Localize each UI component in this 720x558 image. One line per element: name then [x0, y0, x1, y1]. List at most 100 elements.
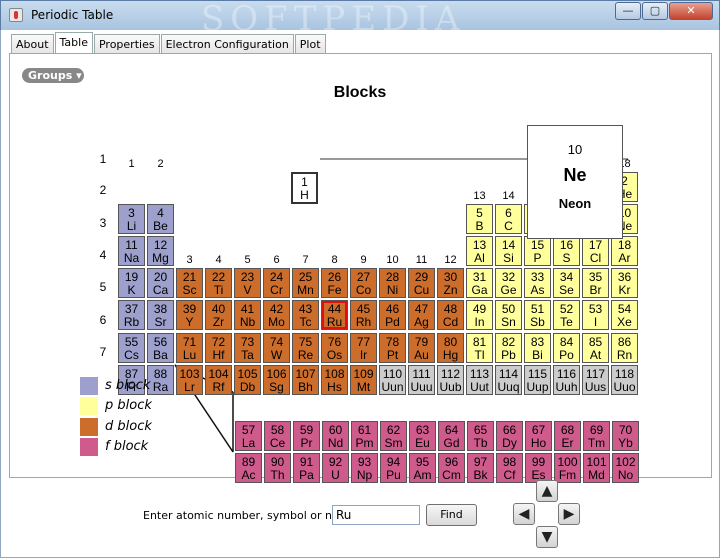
element-cell-db[interactable]: 105 Db: [234, 365, 261, 395]
element-cell-ce[interactable]: 58 Ce: [264, 421, 291, 451]
element-cell-np[interactable]: 93 Np: [351, 453, 378, 483]
element-cell-os[interactable]: 76 Os: [321, 333, 348, 363]
element-cell-pd[interactable]: 46 Pd: [379, 300, 406, 330]
element-cell-kr[interactable]: 36 Kr: [611, 268, 638, 298]
element-cell-ir[interactable]: 77 Ir: [350, 333, 377, 363]
element-cell-tb[interactable]: 65 Tb: [467, 421, 494, 451]
element-cell-sm[interactable]: 62 Sm: [380, 421, 407, 451]
element-cell-md[interactable]: 101 Md: [583, 453, 610, 483]
element-cell-uut[interactable]: 113 Uut: [466, 365, 493, 395]
element-cell-sn[interactable]: 50 Sn: [495, 300, 522, 330]
element-cell-ni[interactable]: 28 Ni: [379, 268, 406, 298]
element-cell-ac[interactable]: 89 Ac: [235, 453, 262, 483]
element-cell-hg[interactable]: 80 Hg: [437, 333, 464, 363]
element-cell-s[interactable]: 16 S: [553, 236, 580, 266]
element-cell-mt[interactable]: 109 Mt: [350, 365, 377, 395]
element-cell-la[interactable]: 57 La: [235, 421, 262, 451]
element-cell-mg[interactable]: 12 Mg: [147, 236, 174, 266]
close-button[interactable]: ✕: [669, 2, 713, 20]
element-cell-ra[interactable]: 88 Ra: [147, 365, 174, 395]
nav-down-button[interactable]: ▼: [536, 526, 558, 548]
element-cell-uus[interactable]: 117 Uus: [582, 365, 609, 395]
element-cell-rh[interactable]: 45 Rh: [350, 300, 377, 330]
element-cell-es[interactable]: 99 Es: [525, 453, 552, 483]
element-cell-pr[interactable]: 59 Pr: [293, 421, 320, 451]
element-cell-no[interactable]: 102 No: [612, 453, 639, 483]
element-cell-co[interactable]: 27 Co: [350, 268, 377, 298]
element-cell-al[interactable]: 13 Al: [466, 236, 493, 266]
element-cell-uup[interactable]: 115 Uup: [524, 365, 551, 395]
element-cell-fe[interactable]: 26 Fe: [321, 268, 348, 298]
element-cell-li[interactable]: 3 Li: [118, 204, 145, 234]
element-cell-uuu[interactable]: 111 Uuu: [408, 365, 435, 395]
element-cell-am[interactable]: 95 Am: [409, 453, 436, 483]
element-cell-bk[interactable]: 97 Bk: [467, 453, 494, 483]
element-cell-hf[interactable]: 72 Hf: [205, 333, 232, 363]
element-cell-mo[interactable]: 42 Mo: [263, 300, 290, 330]
element-cell-zr[interactable]: 40 Zr: [205, 300, 232, 330]
element-cell-h[interactable]: 1H: [291, 172, 318, 204]
element-cell-be[interactable]: 4 Be: [147, 204, 174, 234]
element-cell-th[interactable]: 90 Th: [264, 453, 291, 483]
element-cell-nb[interactable]: 41 Nb: [234, 300, 261, 330]
element-cell-te[interactable]: 52 Te: [553, 300, 580, 330]
element-cell-cf[interactable]: 98 Cf: [496, 453, 523, 483]
element-cell-as[interactable]: 33 As: [524, 268, 551, 298]
element-cell-ba[interactable]: 56 Ba: [147, 333, 174, 363]
element-cell-sr[interactable]: 38 Sr: [147, 300, 174, 330]
element-cell-uub[interactable]: 112 Uub: [437, 365, 464, 395]
element-cell-ca[interactable]: 20 Ca: [147, 268, 174, 298]
element-cell-uuq[interactable]: 114 Uuq: [495, 365, 522, 395]
element-cell-p[interactable]: 15 P: [524, 236, 551, 266]
element-cell-xe[interactable]: 54 Xe: [611, 300, 638, 330]
search-input[interactable]: [332, 505, 420, 525]
element-cell-nd[interactable]: 60 Nd: [322, 421, 349, 451]
tab-properties[interactable]: Properties: [93, 34, 160, 54]
element-cell-u[interactable]: 92 U: [322, 453, 349, 483]
element-cell-cm[interactable]: 96 Cm: [438, 453, 465, 483]
element-cell-v[interactable]: 23 V: [234, 268, 261, 298]
element-cell-dy[interactable]: 66 Dy: [496, 421, 523, 451]
element-cell-eu[interactable]: 63 Eu: [409, 421, 436, 451]
element-cell-tm[interactable]: 69 Tm: [583, 421, 610, 451]
element-cell-pt[interactable]: 78 Pt: [379, 333, 406, 363]
element-cell-ar[interactable]: 18 Ar: [611, 236, 638, 266]
element-cell-pb[interactable]: 82 Pb: [495, 333, 522, 363]
element-cell-b[interactable]: 5B: [466, 204, 493, 234]
element-cell-si[interactable]: 14 Si: [495, 236, 522, 266]
element-cell-au[interactable]: 79 Au: [408, 333, 435, 363]
element-cell-yb[interactable]: 70 Yb: [612, 421, 639, 451]
nav-up-button[interactable]: ▲: [536, 480, 558, 502]
element-cell-fm[interactable]: 100 Fm: [554, 453, 581, 483]
element-cell-lr[interactable]: 103 Lr: [176, 365, 203, 395]
element-cell-pm[interactable]: 61 Pm: [351, 421, 378, 451]
element-cell-at[interactable]: 85 At: [582, 333, 609, 363]
element-cell-ho[interactable]: 67 Ho: [525, 421, 552, 451]
tab-electron-configuration[interactable]: Electron Configuration: [160, 34, 294, 54]
element-cell-w[interactable]: 74 W: [263, 333, 290, 363]
element-cell-ge[interactable]: 32 Ge: [495, 268, 522, 298]
element-cell-k[interactable]: 19 K: [118, 268, 145, 298]
element-cell-po[interactable]: 84 Po: [553, 333, 580, 363]
element-cell-ti[interactable]: 22 Ti: [205, 268, 232, 298]
element-cell-cl[interactable]: 17 Cl: [582, 236, 609, 266]
element-cell-bi[interactable]: 83 Bi: [524, 333, 551, 363]
element-cell-ga[interactable]: 31 Ga: [466, 268, 493, 298]
element-cell-cd[interactable]: 48 Cd: [437, 300, 464, 330]
tab-plot[interactable]: Plot: [294, 34, 326, 54]
element-cell-cs[interactable]: 55 Cs: [118, 333, 145, 363]
minimize-button[interactable]: —: [615, 2, 641, 20]
element-cell-ta[interactable]: 73 Ta: [234, 333, 261, 363]
element-cell-pu[interactable]: 94 Pu: [380, 453, 407, 483]
maximize-button[interactable]: ▢: [642, 2, 668, 20]
element-cell-cu[interactable]: 29 Cu: [408, 268, 435, 298]
element-cell-tc[interactable]: 43 Tc: [292, 300, 319, 330]
tab-table[interactable]: Table: [54, 32, 93, 54]
element-cell-hs[interactable]: 108 Hs: [321, 365, 348, 395]
nav-right-button[interactable]: ▶: [558, 503, 580, 525]
element-cell-er[interactable]: 68 Er: [554, 421, 581, 451]
element-cell-zn[interactable]: 30 Zn: [437, 268, 464, 298]
element-cell-se[interactable]: 34 Se: [553, 268, 580, 298]
element-cell-bh[interactable]: 107 Bh: [292, 365, 319, 395]
element-cell-c[interactable]: 6C: [495, 204, 522, 234]
